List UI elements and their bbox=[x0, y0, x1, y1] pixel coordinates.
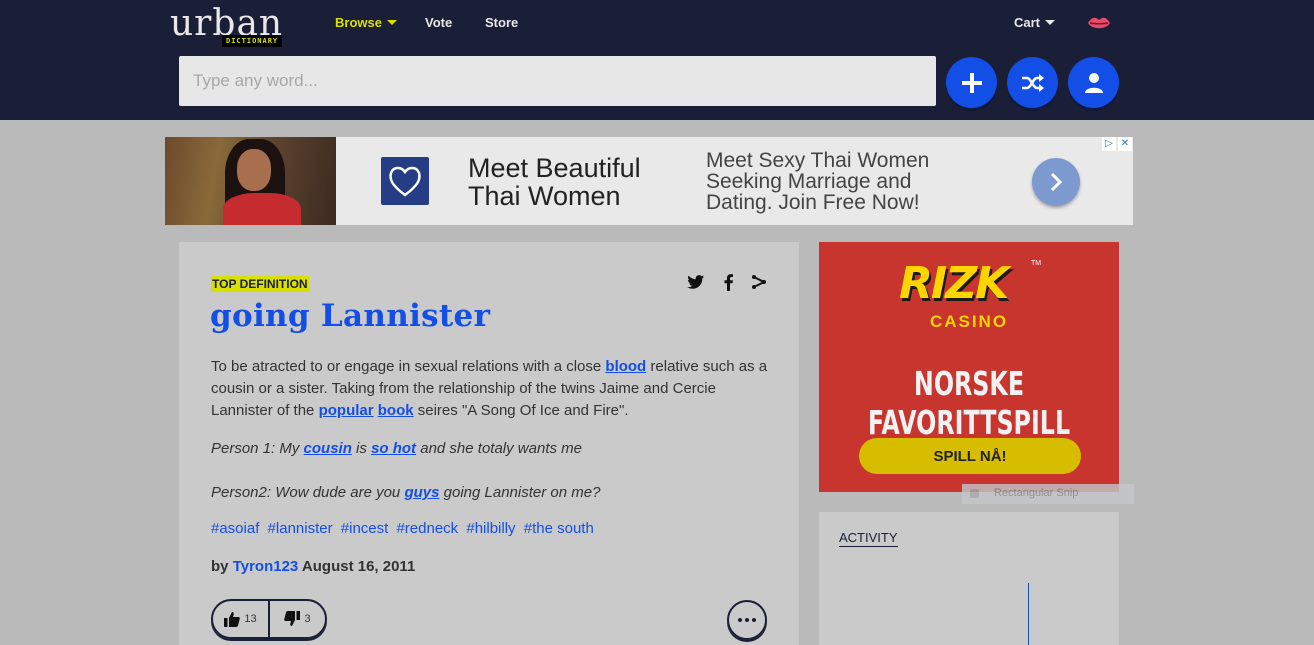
heart-logo-icon bbox=[381, 157, 429, 205]
tag-link[interactable]: #asoiaf bbox=[211, 520, 259, 537]
definition-meaning: To be atracted to or engage in sexual re… bbox=[211, 358, 768, 419]
top-definition-badge: TOP DEFINITION bbox=[211, 276, 309, 292]
tag-link[interactable]: #redneck bbox=[396, 520, 458, 537]
chevron-down-icon bbox=[1045, 20, 1056, 26]
thumbs-down-button[interactable]: 3 bbox=[270, 601, 325, 637]
shuffle-icon bbox=[1021, 73, 1044, 92]
ad-headline: Meet Beautiful Thai Women bbox=[468, 153, 641, 211]
snip-label: Rectangular Snip bbox=[994, 487, 1079, 499]
downvote-count: 3 bbox=[304, 613, 311, 625]
nav-vote[interactable]: Vote bbox=[425, 15, 452, 30]
byline: by Tyron123 August 16, 2011 bbox=[211, 558, 415, 575]
ad-photo bbox=[165, 137, 336, 225]
definition-word[interactable]: going Lannister bbox=[210, 298, 490, 334]
ad-banner[interactable]: Meet Beautiful Thai Women Meet Sexy Thai… bbox=[165, 137, 1133, 225]
nav-store[interactable]: Store bbox=[485, 15, 518, 30]
adchoices-icon[interactable]: ▷ bbox=[1102, 137, 1116, 151]
ellipsis-icon bbox=[738, 618, 742, 622]
vote-buttons: 13 3 bbox=[211, 599, 327, 639]
author-link[interactable]: Tyron123 bbox=[233, 558, 299, 575]
rectangular-snip-tooltip: Rectangular Snip bbox=[962, 484, 1134, 504]
tag-link[interactable]: #the south bbox=[524, 520, 594, 537]
thumbs-up-button[interactable]: 13 bbox=[213, 601, 270, 637]
nav-browse-label: Browse bbox=[335, 15, 382, 30]
snip-icon bbox=[970, 489, 979, 498]
nav-cart-label: Cart bbox=[1014, 15, 1041, 30]
activity-title: ACTIVITY bbox=[839, 530, 898, 547]
ad-brand-tm: TM bbox=[1031, 260, 1042, 267]
byline-by: by bbox=[211, 558, 229, 575]
share-icon[interactable] bbox=[749, 273, 769, 291]
ad-play-button[interactable]: SPILL NÅ! bbox=[859, 438, 1081, 474]
ad-brand-logo: RIZK bbox=[899, 258, 1009, 309]
urban-dictionary-logo[interactable]: urban DICTIONARY bbox=[170, 4, 320, 48]
word-link-book[interactable]: book bbox=[378, 402, 414, 419]
user-account-button[interactable] bbox=[1068, 57, 1119, 108]
site-header: urban DICTIONARY Browse Vote Store Cart bbox=[0, 0, 1314, 120]
thumbs-up-icon bbox=[224, 612, 241, 627]
upvote-count: 13 bbox=[244, 613, 257, 625]
plus-icon bbox=[961, 72, 982, 93]
tag-link[interactable]: #lannister bbox=[268, 520, 333, 537]
random-word-button[interactable] bbox=[1007, 57, 1058, 108]
definition-date: August 16, 2011 bbox=[301, 558, 416, 575]
thumbs-down-icon bbox=[284, 611, 301, 626]
definition-card: TOP DEFINITION going Lannister To be atr… bbox=[179, 242, 799, 645]
ad-text: Meet Sexy Thai Women Seeking Marriage an… bbox=[706, 149, 930, 214]
more-options-button[interactable] bbox=[727, 600, 767, 640]
word-link-guys[interactable]: guys bbox=[404, 484, 439, 501]
nav-browse[interactable]: Browse bbox=[335, 15, 397, 30]
twitter-icon[interactable] bbox=[686, 273, 706, 291]
search-input[interactable] bbox=[179, 56, 936, 106]
word-link-blood[interactable]: blood bbox=[605, 358, 646, 375]
chevron-down-icon bbox=[386, 20, 397, 26]
ad-headline: NORSKE FAVORITTSPILL bbox=[867, 364, 1071, 442]
tag-link[interactable]: #incest bbox=[341, 520, 389, 537]
definition-example-1: Person 1: My cousin is so hot and she to… bbox=[211, 440, 582, 457]
lips-icon[interactable] bbox=[1087, 15, 1111, 31]
logo-subtitle: DICTIONARY bbox=[222, 35, 283, 47]
user-icon bbox=[1084, 72, 1103, 93]
tag-link[interactable]: #hilbilly bbox=[466, 520, 515, 537]
word-link-so-hot[interactable]: so hot bbox=[371, 440, 416, 457]
definition-example-2: Person2: Wow dude are you guys going Lan… bbox=[211, 484, 601, 501]
close-ad-icon[interactable]: ✕ bbox=[1118, 137, 1132, 151]
ad-brand-casino: CASINO bbox=[929, 312, 1009, 331]
activity-chart-line bbox=[1028, 583, 1029, 645]
nav-cart[interactable]: Cart bbox=[1014, 15, 1056, 30]
facebook-icon[interactable] bbox=[718, 273, 738, 291]
word-link-popular[interactable]: popular bbox=[319, 402, 374, 419]
ad-choices[interactable]: ▷ ✕ bbox=[1102, 137, 1133, 151]
word-link-cousin[interactable]: cousin bbox=[304, 440, 352, 457]
activity-panel: ACTIVITY bbox=[819, 512, 1119, 645]
tag-list: #asoiaf #lannister #incest #redneck #hil… bbox=[211, 520, 598, 537]
add-definition-button[interactable] bbox=[946, 57, 997, 108]
chevron-right-icon[interactable] bbox=[1032, 158, 1080, 206]
casino-ad[interactable]: RIZK TM CASINO NORSKE FAVORITTSPILL SPIL… bbox=[819, 242, 1119, 492]
